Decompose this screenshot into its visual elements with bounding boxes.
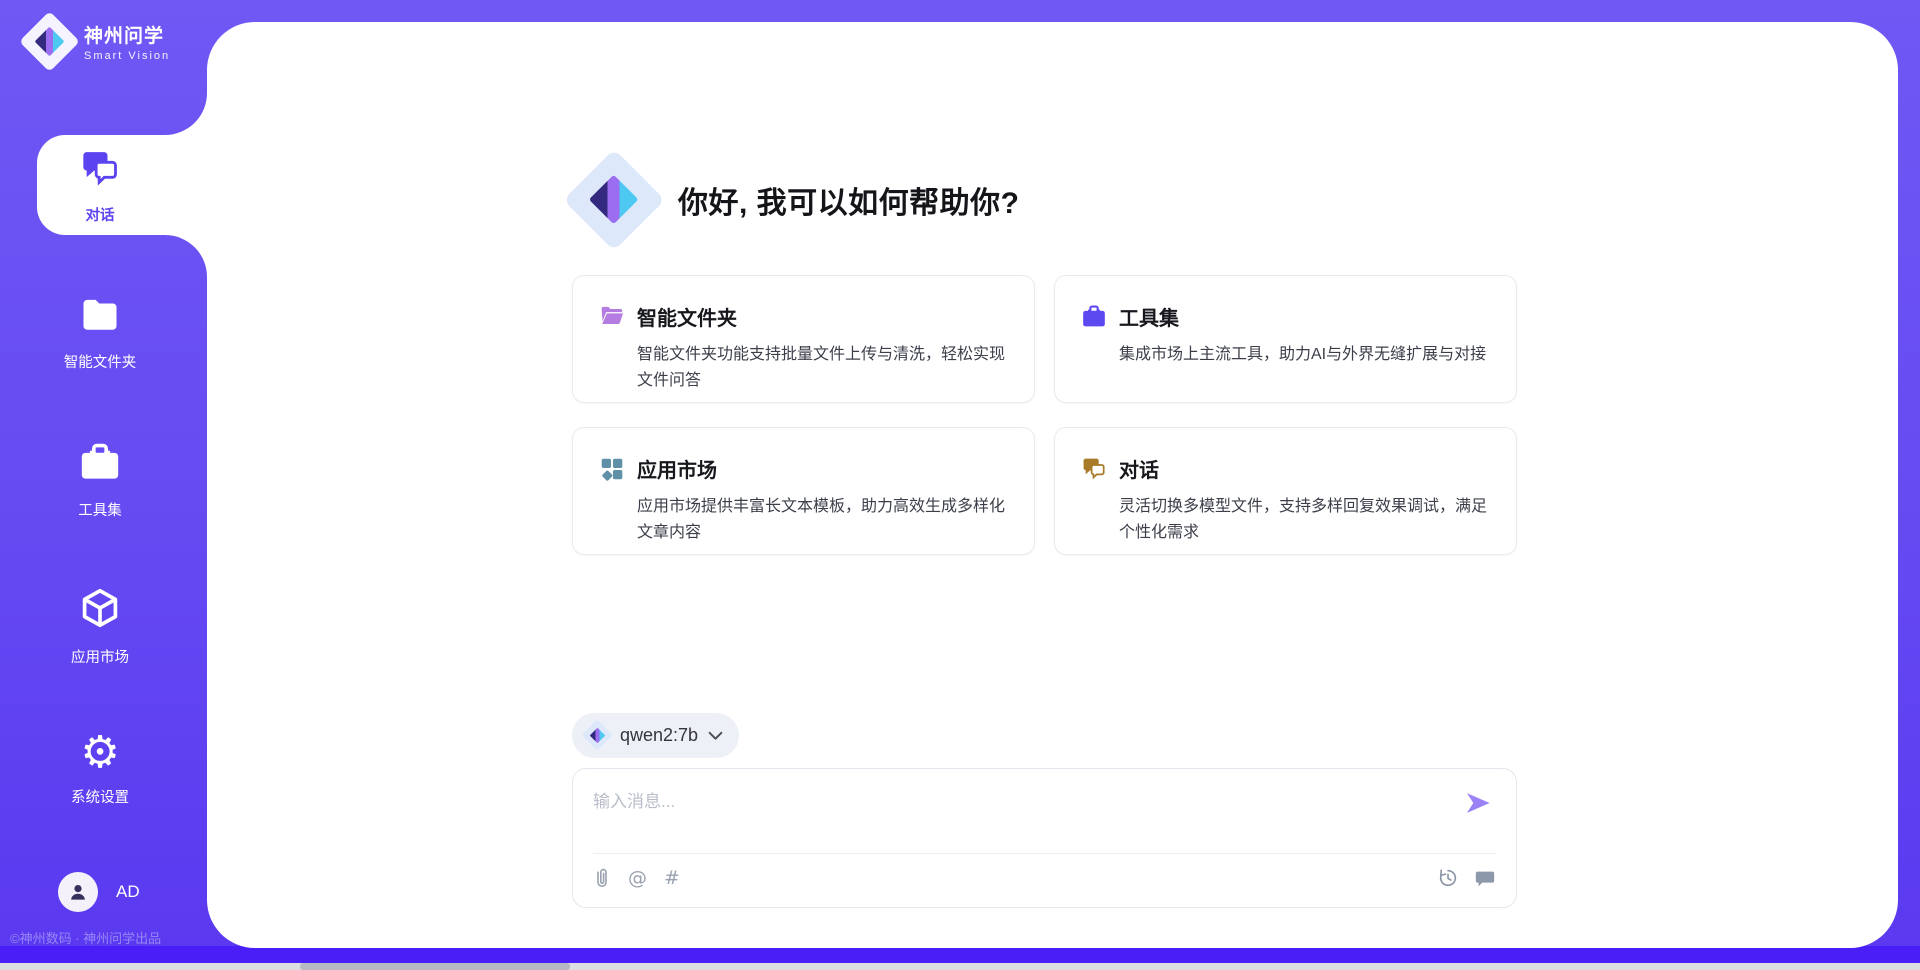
chevron-down-icon [708,731,723,741]
sidebar-item-market[interactable]: 应用市场 [0,586,200,667]
sidebar-item-label: 智能文件夹 [64,351,137,372]
card-title: 对话 [1119,454,1488,483]
message-composer: @ # [572,768,1517,908]
composer-tools-right [1437,867,1496,889]
sidebar-item-label: 应用市场 [71,646,129,667]
brand[interactable]: 神州问学 Smart Vision [24,16,170,66]
copyright-text: ©神州数码 · 神州问学出品 [10,928,161,947]
sidebar-item-label: 对话 [86,204,115,225]
app-name: 神州问学 [84,21,170,48]
app-subtitle: Smart Vision [84,50,170,62]
sidebar: 神州问学 Smart Vision 对话 智能文件夹 [0,0,207,970]
cube-icon [78,586,122,635]
scrollbar-thumb[interactable] [300,963,570,970]
chat-bubble-icon[interactable] [1474,867,1496,889]
greeting-row: 你好, 我可以如何帮助你? [572,158,1020,242]
user-account[interactable]: AD [58,872,140,912]
sidebar-item-label: 工具集 [78,499,122,520]
message-input[interactable] [593,787,1446,847]
card-title: 应用市场 [637,454,1006,483]
sidebar-item-tools[interactable]: 工具集 [0,443,200,520]
card-title: 智能文件夹 [637,302,1006,331]
app-logo-icon [24,16,74,66]
card-app-market[interactable]: 应用市场 应用市场提供丰富长文本模板，助力高效生成多样化文章内容 [572,427,1035,555]
greeting-logo-icon [572,158,656,242]
feature-cards: 智能文件夹 智能文件夹功能支持批量文件上传与清洗，轻松实现文件问答 工具集 集成… [572,275,1517,555]
chat-icon [79,148,121,193]
card-description: 智能文件夹功能支持批量文件上传与清洗，轻松实现文件问答 [637,342,1006,394]
gear-icon: ⚙ [80,731,119,775]
sidebar-item-folder[interactable]: 智能文件夹 [0,297,200,372]
card-title: 工具集 [1119,302,1488,331]
user-name: AD [116,882,140,902]
folder-open-icon [599,304,625,330]
sidebar-item-chat[interactable]: 对话 [0,148,200,225]
avatar [58,872,98,912]
person-icon [66,880,90,904]
greeting-title: 你好, 我可以如何帮助你? [678,178,1020,222]
card-chat[interactable]: 对话 灵活切换多模型文件，支持多样回复效果调试，满足个性化需求 [1054,427,1517,555]
sidebar-item-settings[interactable]: ⚙ 系统设置 [0,731,200,807]
folder-icon [78,297,122,340]
card-description: 集成市场上主流工具，助力AI与外界无缝扩展与对接 [1119,342,1488,368]
card-toolset[interactable]: 工具集 集成市场上主流工具，助力AI与外界无缝扩展与对接 [1054,275,1517,403]
card-description: 应用市场提供丰富长文本模板，助力高效生成多样化文章内容 [637,494,1006,546]
horizontal-scrollbar[interactable] [0,963,1920,970]
chat-icon [1081,456,1107,482]
paperclip-icon[interactable] [593,867,611,889]
composer-tools-left: @ # [593,867,680,889]
grid-icon [599,456,625,482]
card-description: 灵活切换多模型文件，支持多样回复效果调试，满足个性化需求 [1119,494,1488,546]
model-selector[interactable]: qwen2:7b [572,713,739,758]
toolbox-icon [1081,304,1107,330]
send-icon[interactable] [1464,789,1492,817]
at-icon[interactable]: @ [628,867,647,889]
card-smart-folder[interactable]: 智能文件夹 智能文件夹功能支持批量文件上传与清洗，轻松实现文件问答 [572,275,1035,403]
sidebar-item-label: 系统设置 [71,786,129,807]
model-name: qwen2:7b [620,725,698,746]
bottom-accent-strip [0,946,1920,963]
hash-icon[interactable]: # [664,867,680,889]
history-icon[interactable] [1437,867,1459,889]
composer-divider [593,853,1496,854]
toolbox-icon [78,443,122,488]
diamond-logo-icon [584,723,610,749]
